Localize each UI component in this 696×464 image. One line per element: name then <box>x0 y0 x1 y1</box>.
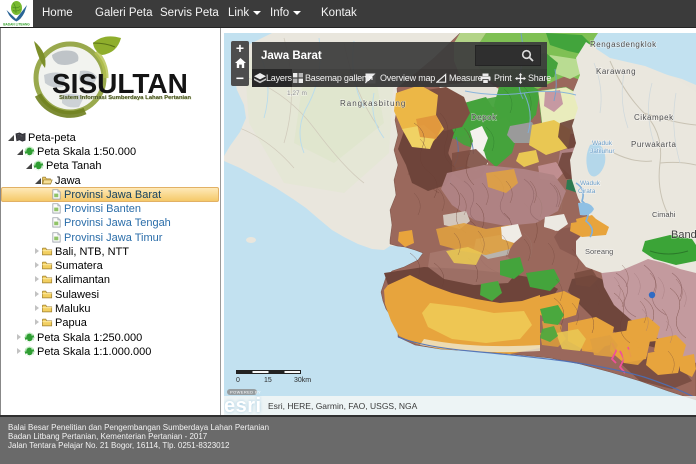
svg-text:Purwakarta: Purwakarta <box>631 140 677 149</box>
svg-text:Rangkasbitung: Rangkasbitung <box>340 99 406 108</box>
svg-text:1,27 m: 1,27 m <box>287 90 307 97</box>
svg-text:Cimahi: Cimahi <box>652 210 676 219</box>
svg-text:Waduk: Waduk <box>580 180 601 187</box>
svg-text:Rengasdengklok: Rengasdengklok <box>590 40 657 49</box>
svg-text:Bandung: Bandung <box>671 229 696 241</box>
svg-text:esri: esri <box>224 395 262 415</box>
svg-text:POWERED BY: POWERED BY <box>230 390 261 395</box>
svg-text:Jatiluhur: Jatiluhur <box>590 148 615 155</box>
svg-text:Soreang: Soreang <box>585 247 613 256</box>
svg-text:Waduk: Waduk <box>592 140 613 147</box>
svg-text:Cirata: Cirata <box>578 188 596 195</box>
svg-text:Karawang: Karawang <box>596 67 636 76</box>
svg-text:Cikampek: Cikampek <box>634 113 674 122</box>
svg-text:Depok: Depok <box>471 113 497 122</box>
